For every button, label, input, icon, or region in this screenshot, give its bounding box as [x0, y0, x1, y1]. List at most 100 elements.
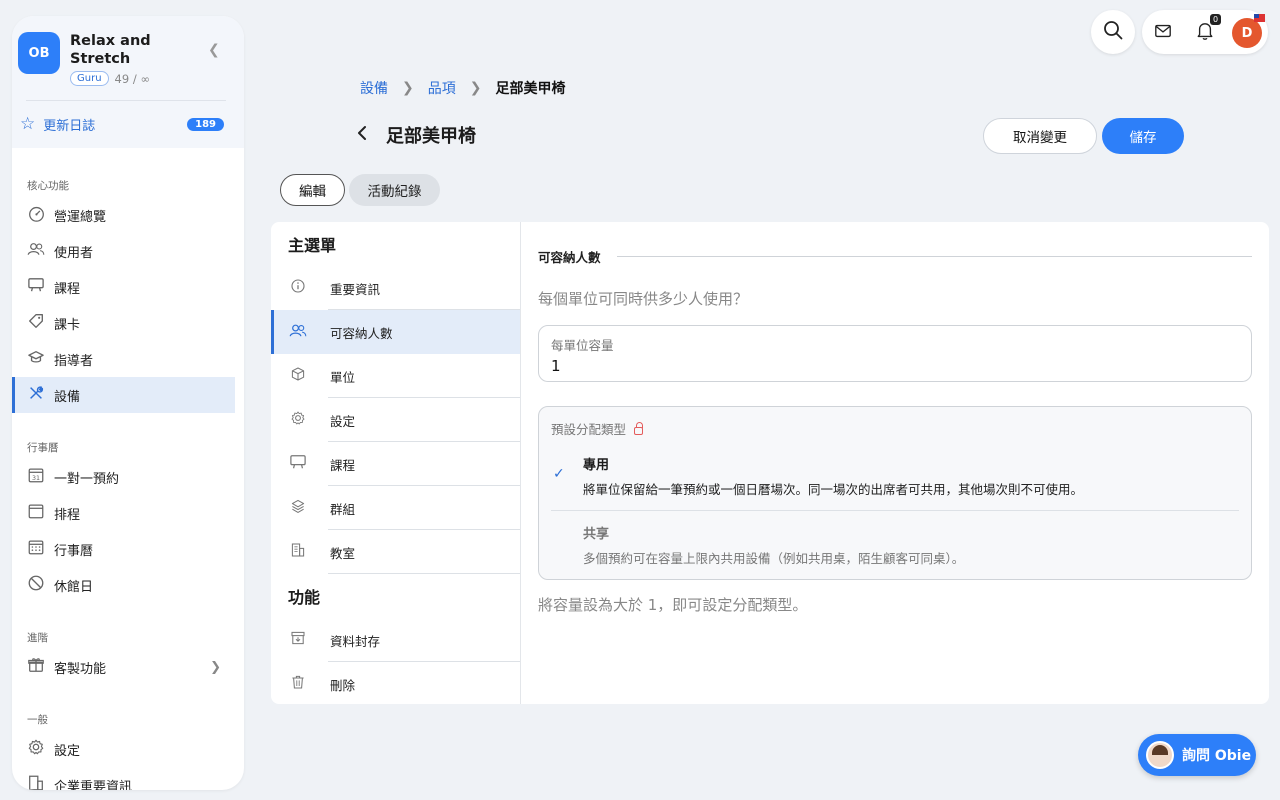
- brand[interactable]: OB Relax and Stretch Guru 49 / ∞: [18, 32, 230, 86]
- sidebar-item-settings[interactable]: 設定: [12, 731, 235, 767]
- title-row: 足部美甲椅: [356, 122, 476, 148]
- sidebar-item-schedule[interactable]: 排程: [12, 495, 235, 531]
- sidebar-item-dashboard[interactable]: 營運總覽: [12, 197, 235, 233]
- sidebar: OB Relax and Stretch Guru 49 / ∞ ❮ ☆ 更新日…: [12, 16, 244, 790]
- menu-item-unit[interactable]: 單位: [271, 354, 520, 398]
- dashboard-icon: [26, 205, 46, 226]
- building-icon: [26, 774, 46, 790]
- functions-heading: 功能: [288, 588, 321, 607]
- tab-edit[interactable]: 編輯: [280, 174, 345, 206]
- assistant-avatar: [1146, 741, 1174, 769]
- trash-icon: [288, 674, 308, 694]
- field-value[interactable]: 1: [551, 357, 1239, 375]
- lock-icon: [634, 421, 644, 435]
- chevron-right-icon: ❯: [469, 80, 482, 96]
- section-title-general: 一般: [27, 714, 48, 726]
- menu-item-label: 可容納人數: [330, 325, 393, 341]
- sidebar-item-label: 營運總覽: [54, 209, 107, 225]
- menu-item-archive[interactable]: 資料封存: [271, 618, 520, 662]
- sidebar-item-label: 排程: [54, 507, 81, 523]
- gear-icon: [26, 738, 46, 760]
- sidebar-item-users[interactable]: 使用者: [12, 233, 235, 269]
- ask-obie-label: 詢問 Obie: [1182, 748, 1252, 764]
- mail-icon[interactable]: [1154, 22, 1172, 44]
- flag-icon: [1254, 14, 1265, 22]
- option-shared[interactable]: 共享 多個預約可在容量上限內共用設備（例如共用桌，陌生顧客可同桌）。: [551, 523, 1239, 567]
- sidebar-item-label: 客製功能: [54, 661, 107, 677]
- avatar[interactable]: D: [1232, 18, 1262, 48]
- menu-item-delete[interactable]: 刪除: [271, 662, 520, 704]
- cancel-button[interactable]: 取消變更: [983, 118, 1097, 154]
- section-title-calendar: 行事曆: [27, 442, 59, 454]
- collapse-sidebar-icon[interactable]: ❮: [208, 42, 220, 58]
- layers-icon: [288, 498, 308, 518]
- closed-icon: [26, 574, 46, 596]
- menu-item-classes[interactable]: 課程: [271, 442, 520, 486]
- sidebar-item-calendar[interactable]: 行事曆: [12, 531, 235, 567]
- menu-item-capacity[interactable]: 可容納人數: [271, 310, 520, 354]
- changelog-badge: 189: [187, 117, 224, 131]
- tab-activity-log[interactable]: 活動紀錄: [349, 174, 440, 206]
- sidebar-item-instructors[interactable]: 指導者: [12, 341, 235, 377]
- tools-icon: [26, 384, 46, 406]
- gear-icon: [288, 410, 308, 430]
- save-button[interactable]: 儲存: [1102, 118, 1184, 154]
- capacity-hint: 將容量設為大於 1，即可設定分配類型。: [538, 596, 808, 614]
- option-dedicated[interactable]: ✓ 專用 將單位保留給一筆預約或一個日曆場次。同一場次的出席者可共用，其他場次則…: [551, 454, 1239, 511]
- svg-text:31: 31: [32, 475, 40, 482]
- changelog-label: 更新日誌: [43, 118, 96, 134]
- menu-item-groups[interactable]: 群組: [271, 486, 520, 530]
- breadcrumb: 設備 ❯ 品項 ❯ 足部美甲椅: [360, 78, 565, 98]
- star-icon: ☆: [20, 114, 36, 134]
- search-icon: [1103, 20, 1123, 44]
- menu-item-label: 設定: [330, 413, 356, 429]
- sidebar-item-company-info[interactable]: 企業重要資訊: [12, 767, 235, 790]
- calendar-31-icon: 31: [26, 466, 46, 488]
- allocation-type-group: 預設分配類型 ✓ 專用 將單位保留給一筆預約或一個日曆場次。同一場次的出席者可共…: [538, 406, 1252, 580]
- sidebar-item-equipment[interactable]: 設備: [12, 377, 235, 413]
- sidebar-item-label: 使用者: [54, 245, 94, 261]
- capacity-per-unit-field[interactable]: 每單位容量 1: [538, 325, 1252, 382]
- ask-obie-button[interactable]: 詢問 Obie: [1138, 734, 1256, 776]
- sidebar-item-label: 休館日: [54, 579, 94, 595]
- option-description: 將單位保留給一筆預約或一個日曆場次。同一場次的出席者可共用，其他場次則不可使用。: [583, 482, 1084, 497]
- option-description: 多個預約可在容量上限內共用設備（例如共用桌，陌生顧客可同桌）。: [583, 551, 965, 566]
- allocation-label-text: 預設分配類型: [551, 422, 627, 437]
- menu-item-settings[interactable]: 設定: [271, 398, 520, 442]
- section-title-advanced: 進階: [27, 632, 48, 644]
- menu-item-label: 課程: [330, 457, 356, 473]
- item-menu: 主選單 重要資訊 可容納人數 單位 設定 課程 群組 教室 功能 資料封存 刪除: [271, 222, 521, 704]
- sidebar-item-custom[interactable]: 客製功能 ❯: [12, 649, 235, 685]
- top-toolbar: 0 D: [1142, 10, 1268, 54]
- sidebar-item-label: 課程: [54, 281, 81, 297]
- sidebar-item-closed-days[interactable]: 休館日: [12, 567, 235, 603]
- people-icon: [288, 323, 308, 342]
- calendar-grid-icon: [26, 538, 46, 560]
- sidebar-item-cards[interactable]: 課卡: [12, 305, 235, 341]
- brand-name: Relax and Stretch: [70, 33, 151, 67]
- menu-item-info[interactable]: 重要資訊: [271, 266, 520, 310]
- breadcrumb-equipment[interactable]: 設備: [360, 78, 388, 98]
- sidebar-item-label: 設備: [54, 389, 81, 405]
- page-title: 足部美甲椅: [386, 126, 476, 147]
- menu-item-label: 資料封存: [330, 633, 381, 649]
- allocation-type-label: 預設分配類型: [551, 419, 1239, 438]
- option-title: 專用: [583, 458, 610, 473]
- sidebar-item-classes[interactable]: 課程: [12, 269, 235, 305]
- menu-item-classroom[interactable]: 教室: [271, 530, 520, 574]
- archive-icon: [288, 630, 308, 650]
- section-title-core: 核心功能: [27, 180, 69, 192]
- sidebar-item-one-on-one[interactable]: 31 一對一預約: [12, 459, 235, 495]
- class-icon: [26, 277, 46, 297]
- section-header: 可容納人數: [538, 247, 1252, 266]
- tag-icon: [26, 312, 46, 334]
- section-title: 可容納人數: [538, 250, 601, 265]
- back-arrow-icon[interactable]: [356, 125, 372, 146]
- main-card: 主選單 重要資訊 可容納人數 單位 設定 課程 群組 教室 功能 資料封存 刪除…: [271, 222, 1269, 704]
- changelog-link[interactable]: ☆ 更新日誌 189: [18, 101, 230, 134]
- breadcrumb-items[interactable]: 品項: [428, 78, 456, 98]
- info-icon: [288, 278, 308, 298]
- sidebar-header: OB Relax and Stretch Guru 49 / ∞ ❮ ☆ 更新日…: [12, 16, 244, 148]
- search-button[interactable]: [1091, 10, 1135, 54]
- menu-item-label: 教室: [330, 545, 356, 561]
